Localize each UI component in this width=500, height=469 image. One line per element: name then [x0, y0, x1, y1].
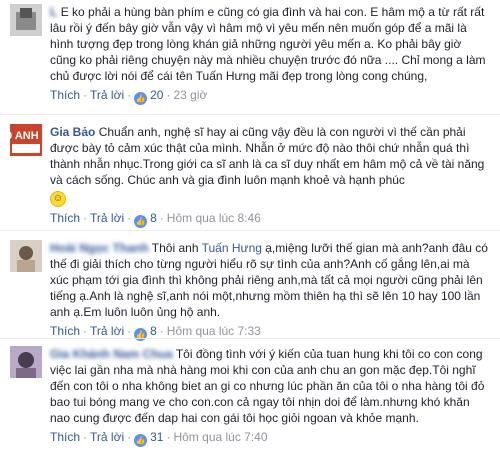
reply-link[interactable]: Trả lời: [90, 430, 124, 444]
comment-author[interactable]: Gia Bảo: [50, 125, 95, 139]
like-count[interactable]: 8: [150, 211, 157, 225]
comment-actions: Thích · Trả lời · 👍 31 · Hôm qua lúc 7:40: [50, 430, 268, 447]
comment-text-before: Thôi anh: [151, 241, 202, 255]
avatar-logo-text: 500 ANH EM: [10, 130, 42, 142]
comment-time[interactable]: Hôm qua lúc 7:33: [167, 324, 261, 338]
reply-link[interactable]: Trả lời: [90, 88, 124, 102]
avatar[interactable]: [10, 4, 42, 36]
like-link[interactable]: Thích: [50, 88, 80, 102]
comment-text: E ko phải a hùng bàn phím e cũng có gia …: [50, 5, 486, 83]
comment-time[interactable]: Hôm qua lúc 8:46: [167, 211, 261, 225]
reply-link[interactable]: Trả lời: [90, 211, 124, 225]
avatar[interactable]: [10, 240, 42, 272]
like-count[interactable]: 8: [150, 324, 157, 338]
divider: [0, 114, 500, 115]
divider: [0, 338, 500, 339]
comment-actions: Thích · Trả lời · 👍 20 · 23 giờ: [50, 88, 208, 105]
divider: [0, 230, 500, 231]
comment-author[interactable]: L: [50, 5, 57, 19]
comment-text: Chuẩn anh, nghệ sĩ hay ai cũng vậy đều l…: [50, 125, 485, 187]
comment-author[interactable]: Gia Khánh Nam Chua: [50, 347, 173, 361]
comment-actions: Thích · Trả lời · 👍 8 · Hôm qua lúc 8:46: [50, 211, 261, 228]
mention-link[interactable]: Tuấn Hưng: [202, 241, 262, 255]
like-link[interactable]: Thích: [50, 211, 80, 225]
comment-time[interactable]: 23 giờ: [173, 88, 207, 102]
thumbs-up-icon: 👍: [134, 92, 148, 105]
like-count[interactable]: 31: [150, 430, 163, 444]
thumbs-up-icon: 👍: [134, 215, 148, 228]
like-link[interactable]: Thích: [50, 430, 80, 444]
comment-author[interactable]: Hoài Ngọc Thanh: [50, 241, 149, 255]
thumbs-up-icon: 👍: [134, 328, 148, 341]
like-count[interactable]: 20: [150, 88, 163, 102]
avatar[interactable]: 500 ANH EM: [10, 124, 42, 156]
thumbs-up-icon: 👍: [134, 434, 148, 447]
like-link[interactable]: Thích: [50, 324, 80, 338]
avatar[interactable]: [10, 346, 42, 378]
comment-time[interactable]: Hôm qua lúc 7:40: [173, 430, 267, 444]
smiley-emoji-icon: ☺: [50, 191, 66, 207]
reply-link[interactable]: Trả lời: [90, 324, 124, 338]
